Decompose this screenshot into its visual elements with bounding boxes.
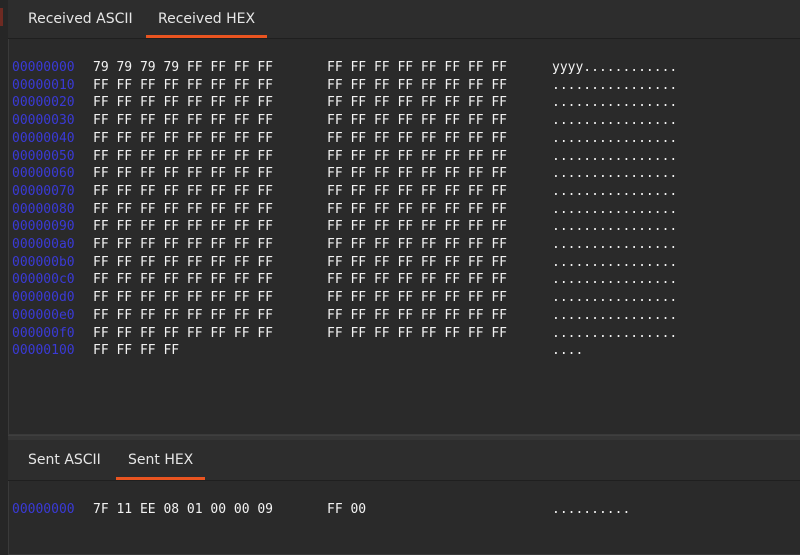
hex-bytes-second-half: FF FF FF FF FF FF FF FF bbox=[327, 183, 508, 199]
hex-bytes-first-half: FF FF FF FF FF FF FF FF bbox=[93, 77, 274, 93]
hex-bytes-first-half: FF FF FF FF FF FF FF FF bbox=[93, 148, 274, 164]
hex-address: 00000030 bbox=[12, 113, 75, 129]
hex-bytes-first-half: FF FF FF FF FF FF FF FF bbox=[93, 95, 274, 111]
hex-bytes-second-half: FF 00 bbox=[327, 502, 367, 517]
hex-bytes-first-half: FF FF FF FF FF FF FF FF bbox=[93, 130, 274, 146]
received-pane: Received ASCII Received HEX 00000000 79 7… bbox=[8, 0, 800, 435]
hex-bytes-second-half: FF FF FF FF FF FF FF FF bbox=[327, 166, 508, 182]
ascii-column: ................ bbox=[552, 95, 678, 111]
hex-bytes-first-half: FF FF FF FF FF FF FF FF bbox=[93, 325, 274, 341]
hex-bytes-first-half: 7F 11 EE 08 01 00 00 09 bbox=[93, 502, 274, 517]
hex-address: 000000e0 bbox=[12, 307, 75, 323]
hex-address: 00000100 bbox=[12, 343, 75, 359]
ascii-column: ................ bbox=[552, 219, 678, 235]
hex-address: 000000c0 bbox=[12, 272, 75, 288]
ascii-column: ................ bbox=[552, 325, 678, 341]
tab-sent-hex-label: Sent HEX bbox=[128, 452, 194, 468]
hex-bytes-second-half: FF FF FF FF FF FF FF FF bbox=[327, 130, 508, 146]
hex-bytes-first-half: FF FF FF FF FF FF FF FF bbox=[93, 254, 274, 270]
hex-bytes-second-half: FF FF FF FF FF FF FF FF bbox=[327, 60, 508, 75]
ascii-column: ................ bbox=[552, 113, 678, 129]
hex-bytes-second-half: FF FF FF FF FF FF FF FF bbox=[327, 237, 508, 252]
tab-sent-ascii-label: Sent ASCII bbox=[28, 452, 101, 468]
hex-bytes-first-half: FF FF FF FF FF FF FF FF bbox=[93, 201, 274, 217]
hex-bytes-second-half: FF FF FF FF FF FF FF FF bbox=[327, 77, 508, 93]
hex-address: 000000b0 bbox=[12, 254, 75, 270]
left-edge-strip bbox=[0, 0, 8, 555]
tab-sent-ascii[interactable]: Sent ASCII bbox=[16, 440, 113, 480]
left-edge-marker bbox=[0, 8, 3, 26]
hex-address: 000000a0 bbox=[12, 237, 75, 252]
hex-address: 00000070 bbox=[12, 183, 75, 199]
ascii-column: ................ bbox=[552, 254, 678, 270]
ascii-column: ................ bbox=[552, 77, 678, 93]
tab-received-hex-label: Received HEX bbox=[158, 11, 256, 27]
tab-received-hex[interactable]: Received HEX bbox=[146, 0, 268, 38]
hex-bytes-second-half: FF FF FF FF FF FF FF FF bbox=[327, 219, 508, 235]
ascii-column: ................ bbox=[552, 148, 678, 164]
ascii-column: yyyy............ bbox=[552, 60, 678, 75]
hex-address: 00000000 bbox=[12, 502, 75, 517]
hex-address: 000000d0 bbox=[12, 290, 75, 306]
hex-bytes-first-half: FF FF FF FF bbox=[93, 343, 180, 359]
ascii-column: .......... bbox=[552, 502, 631, 517]
hex-address: 00000040 bbox=[12, 130, 75, 146]
tab-received-ascii-label: Received ASCII bbox=[28, 11, 133, 27]
hex-bytes-first-half: FF FF FF FF FF FF FF FF bbox=[93, 237, 274, 252]
hex-address: 00000090 bbox=[12, 219, 75, 235]
hex-address: 000000f0 bbox=[12, 325, 75, 341]
hex-bytes-first-half: FF FF FF FF FF FF FF FF bbox=[93, 113, 274, 129]
hex-bytes-first-half: FF FF FF FF FF FF FF FF bbox=[93, 219, 274, 235]
received-hex-dump[interactable]: 00000000 79 79 79 79 FF FF FF FF FF FF FF … bbox=[8, 39, 800, 435]
sent-pane: Sent ASCII Sent HEX 00000000 7F 11 EE 08 … bbox=[8, 440, 800, 555]
hex-address: 00000080 bbox=[12, 201, 75, 217]
ascii-column: ................ bbox=[552, 272, 678, 288]
ascii-column: ................ bbox=[552, 307, 678, 323]
hex-address: 00000060 bbox=[12, 166, 75, 182]
ascii-column: ................ bbox=[552, 290, 678, 306]
hex-bytes-first-half: FF FF FF FF FF FF FF FF bbox=[93, 183, 274, 199]
hex-address: 00000010 bbox=[12, 77, 75, 93]
hex-bytes-second-half: FF FF FF FF FF FF FF FF bbox=[327, 325, 508, 341]
hex-bytes-first-half: FF FF FF FF FF FF FF FF bbox=[93, 290, 274, 306]
hex-address: 00000000 bbox=[12, 60, 75, 75]
ascii-column: .... bbox=[552, 343, 584, 359]
ascii-column: ................ bbox=[552, 183, 678, 199]
hex-bytes-second-half: FF FF FF FF FF FF FF FF bbox=[327, 95, 508, 111]
hex-bytes-second-half: FF FF FF FF FF FF FF FF bbox=[327, 113, 508, 129]
hex-viewer-window: Received ASCII Received HEX 00000000 79 7… bbox=[0, 0, 800, 555]
ascii-column: ................ bbox=[552, 201, 678, 217]
hex-bytes-second-half: FF FF FF FF FF FF FF FF bbox=[327, 148, 508, 164]
hex-bytes-second-half: FF FF FF FF FF FF FF FF bbox=[327, 272, 508, 288]
sent-hex-dump[interactable]: 00000000 7F 11 EE 08 01 00 00 09 FF 00....… bbox=[8, 481, 800, 555]
ascii-column: ................ bbox=[552, 130, 678, 146]
hex-bytes-first-half: 79 79 79 79 FF FF FF FF bbox=[93, 60, 274, 75]
ascii-column: ................ bbox=[552, 166, 678, 182]
hex-address: 00000020 bbox=[12, 95, 75, 111]
sent-tabbar: Sent ASCII Sent HEX bbox=[8, 440, 800, 481]
received-tabbar: Received ASCII Received HEX bbox=[8, 0, 800, 39]
ascii-column: ................ bbox=[552, 237, 678, 252]
hex-bytes-second-half: FF FF FF FF FF FF FF FF bbox=[327, 307, 508, 323]
hex-bytes-second-half: FF FF FF FF FF FF FF FF bbox=[327, 290, 508, 306]
tab-sent-hex[interactable]: Sent HEX bbox=[116, 440, 206, 480]
hex-bytes-second-half: FF FF FF FF FF FF FF FF bbox=[327, 201, 508, 217]
hex-bytes-second-half: FF FF FF FF FF FF FF FF bbox=[327, 254, 508, 270]
hex-bytes-first-half: FF FF FF FF FF FF FF FF bbox=[93, 307, 274, 323]
hex-address: 00000050 bbox=[12, 148, 75, 164]
hex-bytes-first-half: FF FF FF FF FF FF FF FF bbox=[93, 166, 274, 182]
tab-received-ascii[interactable]: Received ASCII bbox=[16, 0, 145, 38]
hex-bytes-first-half: FF FF FF FF FF FF FF FF bbox=[93, 272, 274, 288]
